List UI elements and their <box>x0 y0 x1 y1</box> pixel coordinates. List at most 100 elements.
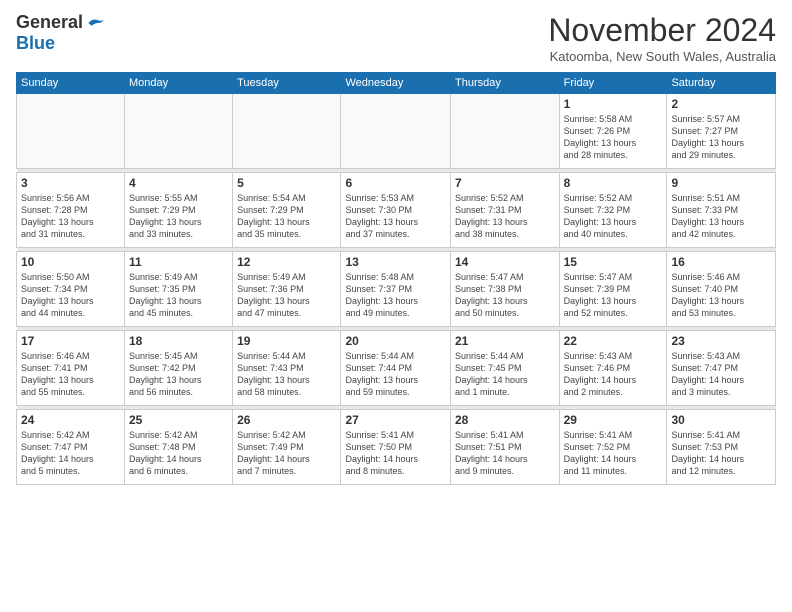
calendar-page: General Blue November 2024 Katoomba, New… <box>0 0 792 612</box>
day-number: 16 <box>671 255 771 269</box>
day-info: Sunrise: 5:45 AMSunset: 7:42 PMDaylight:… <box>129 350 228 399</box>
day-info: Sunrise: 5:42 AMSunset: 7:48 PMDaylight:… <box>129 429 228 478</box>
day-cell <box>450 94 559 169</box>
day-cell: 23 Sunrise: 5:43 AMSunset: 7:47 PMDayligh… <box>667 331 776 406</box>
week-row-2: 3Sunrise: 5:56 AMSunset: 7:28 PMDaylight… <box>17 173 776 248</box>
day-number: 30 <box>671 413 771 427</box>
location: Katoomba, New South Wales, Australia <box>548 49 776 64</box>
day-cell: 26Sunrise: 5:42 AMSunset: 7:49 PMDayligh… <box>233 410 341 485</box>
day-cell: 4Sunrise: 5:55 AMSunset: 7:29 PMDaylight… <box>125 173 233 248</box>
day-cell <box>17 94 125 169</box>
header: General Blue November 2024 Katoomba, New… <box>16 12 776 64</box>
day-cell: 6 Sunrise: 5:53 AMSunset: 7:30 PMDaylight… <box>341 173 451 248</box>
day-info: Sunrise: 5:42 AMSunset: 7:49 PMDaylight:… <box>237 429 336 478</box>
day-cell <box>341 94 451 169</box>
week-row-5: 24 Sunrise: 5:42 AMSunset: 7:47 PMDayligh… <box>17 410 776 485</box>
day-cell: 14 Sunrise: 5:47 AMSunset: 7:38 PMDayligh… <box>450 252 559 327</box>
day-cell: 7Sunrise: 5:52 AMSunset: 7:31 PMDaylight… <box>450 173 559 248</box>
day-cell: 27 Sunrise: 5:41 AMSunset: 7:50 PMDayligh… <box>341 410 451 485</box>
day-number: 8 <box>564 176 663 190</box>
weekday-header-row: SundayMondayTuesdayWednesdayThursdayFrid… <box>17 73 776 94</box>
day-info: Sunrise: 5:42 AMSunset: 7:47 PMDaylight:… <box>21 429 120 478</box>
day-number: 18 <box>129 334 228 348</box>
day-cell <box>233 94 341 169</box>
day-info: Sunrise: 5:49 AMSunset: 7:35 PMDaylight:… <box>129 271 228 320</box>
day-cell: 9Sunrise: 5:51 AMSunset: 7:33 PMDaylight… <box>667 173 776 248</box>
day-info: Sunrise: 5:41 AMSunset: 7:52 PMDaylight:… <box>564 429 663 478</box>
day-cell: 2 Sunrise: 5:57 AMSunset: 7:27 PMDaylight… <box>667 94 776 169</box>
day-number: 17 <box>21 334 120 348</box>
weekday-header-sunday: Sunday <box>17 73 125 94</box>
day-number: 19 <box>237 334 336 348</box>
logo-bird-icon <box>85 13 105 33</box>
day-cell: 11 Sunrise: 5:49 AMSunset: 7:35 PMDayligh… <box>125 252 233 327</box>
day-info: Sunrise: 5:51 AMSunset: 7:33 PMDaylight:… <box>671 192 771 241</box>
week-row-1: 1 Sunrise: 5:58 AMSunset: 7:26 PMDaylight… <box>17 94 776 169</box>
day-cell: 3Sunrise: 5:56 AMSunset: 7:28 PMDaylight… <box>17 173 125 248</box>
weekday-header-tuesday: Tuesday <box>233 73 341 94</box>
day-cell: 13Sunrise: 5:48 AMSunset: 7:37 PMDayligh… <box>341 252 451 327</box>
day-info: Sunrise: 5:47 AMSunset: 7:39 PMDaylight:… <box>564 271 663 320</box>
day-info: Sunrise: 5:41 AMSunset: 7:53 PMDaylight:… <box>671 429 771 478</box>
day-info: Sunrise: 5:53 AMSunset: 7:30 PMDaylight:… <box>345 192 446 241</box>
day-info: Sunrise: 5:47 AMSunset: 7:38 PMDaylight:… <box>455 271 555 320</box>
day-cell: 17 Sunrise: 5:46 AMSunset: 7:41 PMDayligh… <box>17 331 125 406</box>
day-number: 21 <box>455 334 555 348</box>
day-cell: 12Sunrise: 5:49 AMSunset: 7:36 PMDayligh… <box>233 252 341 327</box>
day-info: Sunrise: 5:44 AMSunset: 7:45 PMDaylight:… <box>455 350 555 399</box>
week-row-3: 10 Sunrise: 5:50 AMSunset: 7:34 PMDayligh… <box>17 252 776 327</box>
day-info: Sunrise: 5:41 AMSunset: 7:51 PMDaylight:… <box>455 429 555 478</box>
day-number: 2 <box>671 97 771 111</box>
day-info: Sunrise: 5:48 AMSunset: 7:37 PMDaylight:… <box>345 271 446 320</box>
day-number: 22 <box>564 334 663 348</box>
day-number: 23 <box>671 334 771 348</box>
day-cell: 1 Sunrise: 5:58 AMSunset: 7:26 PMDaylight… <box>559 94 667 169</box>
day-number: 1 <box>564 97 663 111</box>
day-cell: 20Sunrise: 5:44 AMSunset: 7:44 PMDayligh… <box>341 331 451 406</box>
day-cell: 5 Sunrise: 5:54 AMSunset: 7:29 PMDaylight… <box>233 173 341 248</box>
title-block: November 2024 Katoomba, New South Wales,… <box>548 12 776 64</box>
weekday-header-friday: Friday <box>559 73 667 94</box>
day-info: Sunrise: 5:58 AMSunset: 7:26 PMDaylight:… <box>564 113 663 162</box>
day-info: Sunrise: 5:52 AMSunset: 7:32 PMDaylight:… <box>564 192 663 241</box>
day-number: 4 <box>129 176 228 190</box>
day-info: Sunrise: 5:46 AMSunset: 7:40 PMDaylight:… <box>671 271 771 320</box>
logo: General Blue <box>16 12 105 54</box>
day-cell: 19 Sunrise: 5:44 AMSunset: 7:43 PMDayligh… <box>233 331 341 406</box>
day-cell: 25 Sunrise: 5:42 AMSunset: 7:48 PMDayligh… <box>125 410 233 485</box>
day-cell: 22 Sunrise: 5:43 AMSunset: 7:46 PMDayligh… <box>559 331 667 406</box>
weekday-header-wednesday: Wednesday <box>341 73 451 94</box>
day-info: Sunrise: 5:57 AMSunset: 7:27 PMDaylight:… <box>671 113 771 162</box>
day-cell: 18 Sunrise: 5:45 AMSunset: 7:42 PMDayligh… <box>125 331 233 406</box>
day-number: 29 <box>564 413 663 427</box>
day-number: 11 <box>129 255 228 269</box>
weekday-header-thursday: Thursday <box>450 73 559 94</box>
day-number: 5 <box>237 176 336 190</box>
logo-blue-text: Blue <box>16 33 55 54</box>
day-number: 6 <box>345 176 446 190</box>
day-info: Sunrise: 5:50 AMSunset: 7:34 PMDaylight:… <box>21 271 120 320</box>
day-info: Sunrise: 5:54 AMSunset: 7:29 PMDaylight:… <box>237 192 336 241</box>
calendar-table: SundayMondayTuesdayWednesdayThursdayFrid… <box>16 72 776 485</box>
day-info: Sunrise: 5:46 AMSunset: 7:41 PMDaylight:… <box>21 350 120 399</box>
day-number: 3 <box>21 176 120 190</box>
day-cell: 10 Sunrise: 5:50 AMSunset: 7:34 PMDayligh… <box>17 252 125 327</box>
day-info: Sunrise: 5:43 AMSunset: 7:47 PMDaylight:… <box>671 350 771 399</box>
day-number: 28 <box>455 413 555 427</box>
day-info: Sunrise: 5:43 AMSunset: 7:46 PMDaylight:… <box>564 350 663 399</box>
day-number: 10 <box>21 255 120 269</box>
day-cell: 16 Sunrise: 5:46 AMSunset: 7:40 PMDayligh… <box>667 252 776 327</box>
month-title: November 2024 <box>548 12 776 49</box>
day-info: Sunrise: 5:49 AMSunset: 7:36 PMDaylight:… <box>237 271 336 320</box>
day-cell: 8 Sunrise: 5:52 AMSunset: 7:32 PMDaylight… <box>559 173 667 248</box>
day-number: 25 <box>129 413 228 427</box>
day-number: 20 <box>345 334 446 348</box>
day-info: Sunrise: 5:41 AMSunset: 7:50 PMDaylight:… <box>345 429 446 478</box>
day-cell: 28 Sunrise: 5:41 AMSunset: 7:51 PMDayligh… <box>450 410 559 485</box>
day-info: Sunrise: 5:44 AMSunset: 7:43 PMDaylight:… <box>237 350 336 399</box>
day-number: 7 <box>455 176 555 190</box>
day-number: 14 <box>455 255 555 269</box>
day-number: 24 <box>21 413 120 427</box>
day-cell: 21 Sunrise: 5:44 AMSunset: 7:45 PMDayligh… <box>450 331 559 406</box>
day-number: 27 <box>345 413 446 427</box>
